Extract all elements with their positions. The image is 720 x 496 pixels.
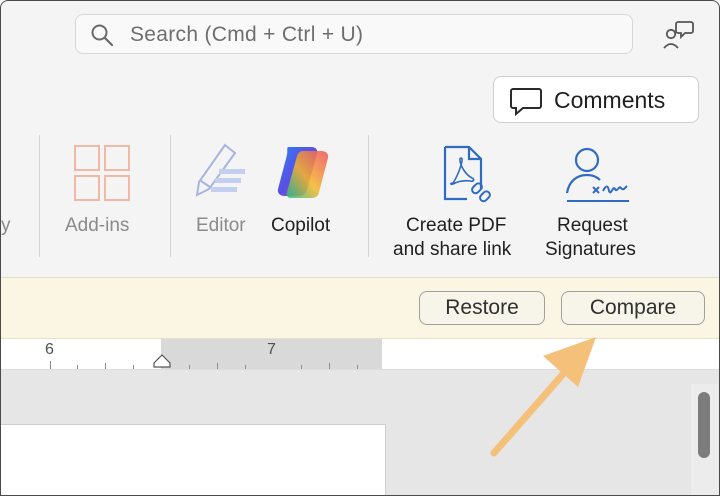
ruler-tick [357,365,358,369]
search-input[interactable]: Search (Cmd + Ctrl + U) [75,14,633,54]
ruler-tick [301,365,302,369]
pdf-link-icon [443,145,491,203]
ribbon-separator [170,135,171,257]
ruler-tick [217,363,218,369]
document-page[interactable] [1,424,386,495]
horizontal-ruler[interactable]: 6 7 [1,339,719,370]
ruler-tick [77,365,78,369]
pen-icon [195,143,245,197]
comments-button[interactable]: Comments [493,76,699,123]
indent-marker-icon[interactable] [152,354,172,368]
ribbon-partial-label: y [1,215,11,236]
copilot-icon [277,147,329,198]
ruler-tick [50,361,51,369]
app-window: Search (Cmd + Ctrl + U) Comments y Add-i… [0,0,720,496]
document-canvas [1,370,719,495]
version-notice-bar: Restore Compare [1,277,719,339]
editor-label: Editor [196,215,246,236]
create-pdf-label-line2: and share link [393,239,512,260]
ruler-tick [189,365,190,369]
ruler-tick [105,363,106,369]
ribbon-separator [368,135,369,257]
create-pdf-label-line1: Create PDF [406,215,507,236]
grid-icon [74,145,130,201]
request-label-line1: Request [557,215,628,236]
addins-label: Add-ins [65,215,130,236]
restore-button[interactable]: Restore [419,291,545,325]
ruler-mark-6: 6 [45,341,54,358]
ruler-tick [245,365,246,369]
signature-icon [565,147,629,202]
search-icon [91,24,114,47]
ruler-tick [133,365,134,369]
scrollbar-thumb[interactable] [698,392,710,458]
compare-button[interactable]: Compare [561,291,705,325]
request-label-line2: Signatures [545,239,636,260]
comments-label: Comments [554,87,666,113]
ribbon-separator [39,135,40,257]
search-placeholder: Search (Cmd + Ctrl + U) [130,23,364,46]
feedback-icon[interactable] [661,19,695,51]
ruler-mark-7: 7 [267,341,276,358]
comment-bubble-icon [510,88,542,116]
copilot-label: Copilot [271,215,331,236]
ruler-tick [329,363,330,369]
